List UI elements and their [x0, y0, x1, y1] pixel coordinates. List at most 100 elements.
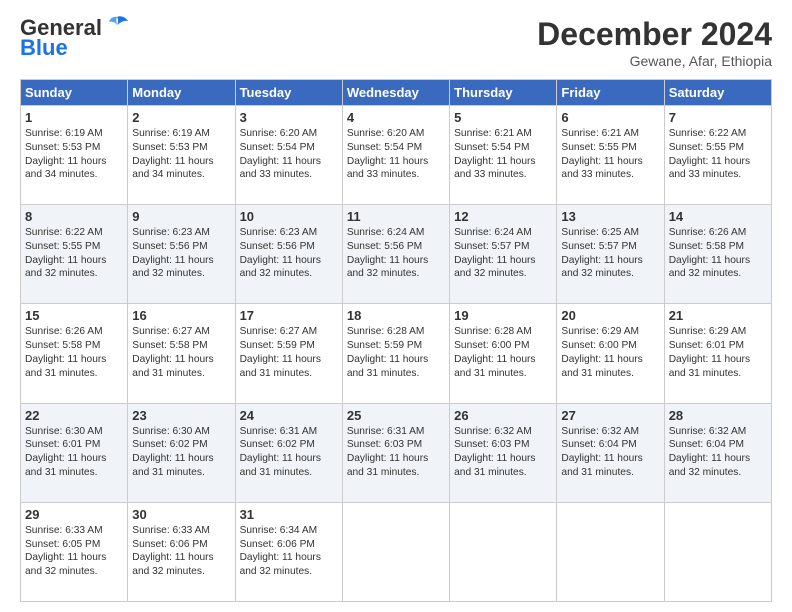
day-info: Sunrise: 6:30 AM Sunset: 6:02 PM Dayligh…: [132, 425, 230, 480]
day-info: Sunrise: 6:29 AM Sunset: 6:00 PM Dayligh…: [561, 325, 659, 380]
header-sunday: Sunday: [21, 80, 128, 106]
day-info: Sunrise: 6:29 AM Sunset: 6:01 PM Dayligh…: [669, 325, 767, 380]
day-number: 5: [454, 110, 552, 125]
day-info: Sunrise: 6:30 AM Sunset: 6:01 PM Dayligh…: [25, 425, 123, 480]
day-number: 6: [561, 110, 659, 125]
day-number: 12: [454, 209, 552, 224]
day-number: 28: [669, 408, 767, 423]
day-info: Sunrise: 6:32 AM Sunset: 6:04 PM Dayligh…: [561, 425, 659, 480]
header-friday: Friday: [557, 80, 664, 106]
day-cell: 13 Sunrise: 6:25 AM Sunset: 5:57 PM Dayl…: [557, 205, 664, 304]
calendar-header-row: Sunday Monday Tuesday Wednesday Thursday…: [21, 80, 772, 106]
day-info: Sunrise: 6:20 AM Sunset: 5:54 PM Dayligh…: [347, 127, 445, 182]
day-number: 20: [561, 308, 659, 323]
day-number: 10: [240, 209, 338, 224]
day-number: 26: [454, 408, 552, 423]
day-cell: 12 Sunrise: 6:24 AM Sunset: 5:57 PM Dayl…: [450, 205, 557, 304]
day-number: 21: [669, 308, 767, 323]
header-saturday: Saturday: [664, 80, 771, 106]
day-cell: 3 Sunrise: 6:20 AM Sunset: 5:54 PM Dayli…: [235, 106, 342, 205]
day-number: 16: [132, 308, 230, 323]
day-number: 3: [240, 110, 338, 125]
day-cell: 4 Sunrise: 6:20 AM Sunset: 5:54 PM Dayli…: [342, 106, 449, 205]
day-cell: 20 Sunrise: 6:29 AM Sunset: 6:00 PM Dayl…: [557, 304, 664, 403]
day-number: 25: [347, 408, 445, 423]
day-info: Sunrise: 6:19 AM Sunset: 5:53 PM Dayligh…: [25, 127, 123, 182]
day-info: Sunrise: 6:31 AM Sunset: 6:03 PM Dayligh…: [347, 425, 445, 480]
calendar-table: Sunday Monday Tuesday Wednesday Thursday…: [20, 79, 772, 602]
day-cell: 25 Sunrise: 6:31 AM Sunset: 6:03 PM Dayl…: [342, 403, 449, 502]
day-number: 24: [240, 408, 338, 423]
day-cell: 30 Sunrise: 6:33 AM Sunset: 6:06 PM Dayl…: [128, 502, 235, 601]
day-info: Sunrise: 6:24 AM Sunset: 5:56 PM Dayligh…: [347, 226, 445, 281]
day-number: 27: [561, 408, 659, 423]
title-block: December 2024 Gewane, Afar, Ethiopia: [537, 16, 772, 69]
day-info: Sunrise: 6:22 AM Sunset: 5:55 PM Dayligh…: [25, 226, 123, 281]
day-cell: 7 Sunrise: 6:22 AM Sunset: 5:55 PM Dayli…: [664, 106, 771, 205]
day-cell: 19 Sunrise: 6:28 AM Sunset: 6:00 PM Dayl…: [450, 304, 557, 403]
day-number: 9: [132, 209, 230, 224]
day-cell: [557, 502, 664, 601]
page: General Blue December 2024 Gewane, Afar,…: [0, 0, 792, 612]
day-number: 7: [669, 110, 767, 125]
day-number: 15: [25, 308, 123, 323]
day-info: Sunrise: 6:26 AM Sunset: 5:58 PM Dayligh…: [25, 325, 123, 380]
day-cell: 29 Sunrise: 6:33 AM Sunset: 6:05 PM Dayl…: [21, 502, 128, 601]
day-cell: 23 Sunrise: 6:30 AM Sunset: 6:02 PM Dayl…: [128, 403, 235, 502]
day-info: Sunrise: 6:21 AM Sunset: 5:55 PM Dayligh…: [561, 127, 659, 182]
day-number: 11: [347, 209, 445, 224]
day-info: Sunrise: 6:24 AM Sunset: 5:57 PM Dayligh…: [454, 226, 552, 281]
day-info: Sunrise: 6:33 AM Sunset: 6:05 PM Dayligh…: [25, 524, 123, 579]
week-row-2: 8 Sunrise: 6:22 AM Sunset: 5:55 PM Dayli…: [21, 205, 772, 304]
day-cell: 8 Sunrise: 6:22 AM Sunset: 5:55 PM Dayli…: [21, 205, 128, 304]
day-cell: 18 Sunrise: 6:28 AM Sunset: 5:59 PM Dayl…: [342, 304, 449, 403]
day-number: 1: [25, 110, 123, 125]
day-info: Sunrise: 6:32 AM Sunset: 6:04 PM Dayligh…: [669, 425, 767, 480]
day-info: Sunrise: 6:33 AM Sunset: 6:06 PM Dayligh…: [132, 524, 230, 579]
day-number: 17: [240, 308, 338, 323]
day-info: Sunrise: 6:27 AM Sunset: 5:58 PM Dayligh…: [132, 325, 230, 380]
day-number: 2: [132, 110, 230, 125]
logo-blue: Blue: [20, 36, 130, 60]
day-number: 14: [669, 209, 767, 224]
day-info: Sunrise: 6:22 AM Sunset: 5:55 PM Dayligh…: [669, 127, 767, 182]
day-cell: [342, 502, 449, 601]
day-cell: [450, 502, 557, 601]
day-cell: [664, 502, 771, 601]
day-cell: 5 Sunrise: 6:21 AM Sunset: 5:54 PM Dayli…: [450, 106, 557, 205]
day-info: Sunrise: 6:26 AM Sunset: 5:58 PM Dayligh…: [669, 226, 767, 281]
day-cell: 22 Sunrise: 6:30 AM Sunset: 6:01 PM Dayl…: [21, 403, 128, 502]
day-info: Sunrise: 6:20 AM Sunset: 5:54 PM Dayligh…: [240, 127, 338, 182]
day-info: Sunrise: 6:21 AM Sunset: 5:54 PM Dayligh…: [454, 127, 552, 182]
day-cell: 1 Sunrise: 6:19 AM Sunset: 5:53 PM Dayli…: [21, 106, 128, 205]
day-cell: 10 Sunrise: 6:23 AM Sunset: 5:56 PM Dayl…: [235, 205, 342, 304]
day-info: Sunrise: 6:31 AM Sunset: 6:02 PM Dayligh…: [240, 425, 338, 480]
header-wednesday: Wednesday: [342, 80, 449, 106]
day-cell: 9 Sunrise: 6:23 AM Sunset: 5:56 PM Dayli…: [128, 205, 235, 304]
day-cell: 11 Sunrise: 6:24 AM Sunset: 5:56 PM Dayl…: [342, 205, 449, 304]
day-cell: 15 Sunrise: 6:26 AM Sunset: 5:58 PM Dayl…: [21, 304, 128, 403]
day-number: 31: [240, 507, 338, 522]
day-number: 18: [347, 308, 445, 323]
day-cell: 26 Sunrise: 6:32 AM Sunset: 6:03 PM Dayl…: [450, 403, 557, 502]
day-cell: 16 Sunrise: 6:27 AM Sunset: 5:58 PM Dayl…: [128, 304, 235, 403]
day-cell: 31 Sunrise: 6:34 AM Sunset: 6:06 PM Dayl…: [235, 502, 342, 601]
day-number: 22: [25, 408, 123, 423]
header-monday: Monday: [128, 80, 235, 106]
day-number: 4: [347, 110, 445, 125]
day-info: Sunrise: 6:23 AM Sunset: 5:56 PM Dayligh…: [240, 226, 338, 281]
week-row-4: 22 Sunrise: 6:30 AM Sunset: 6:01 PM Dayl…: [21, 403, 772, 502]
day-info: Sunrise: 6:23 AM Sunset: 5:56 PM Dayligh…: [132, 226, 230, 281]
week-row-5: 29 Sunrise: 6:33 AM Sunset: 6:05 PM Dayl…: [21, 502, 772, 601]
header-thursday: Thursday: [450, 80, 557, 106]
day-cell: 6 Sunrise: 6:21 AM Sunset: 5:55 PM Dayli…: [557, 106, 664, 205]
logo: General Blue: [20, 16, 130, 60]
day-info: Sunrise: 6:25 AM Sunset: 5:57 PM Dayligh…: [561, 226, 659, 281]
day-number: 23: [132, 408, 230, 423]
day-cell: 24 Sunrise: 6:31 AM Sunset: 6:02 PM Dayl…: [235, 403, 342, 502]
day-cell: 27 Sunrise: 6:32 AM Sunset: 6:04 PM Dayl…: [557, 403, 664, 502]
week-row-1: 1 Sunrise: 6:19 AM Sunset: 5:53 PM Dayli…: [21, 106, 772, 205]
day-info: Sunrise: 6:34 AM Sunset: 6:06 PM Dayligh…: [240, 524, 338, 579]
day-number: 8: [25, 209, 123, 224]
location: Gewane, Afar, Ethiopia: [537, 53, 772, 69]
